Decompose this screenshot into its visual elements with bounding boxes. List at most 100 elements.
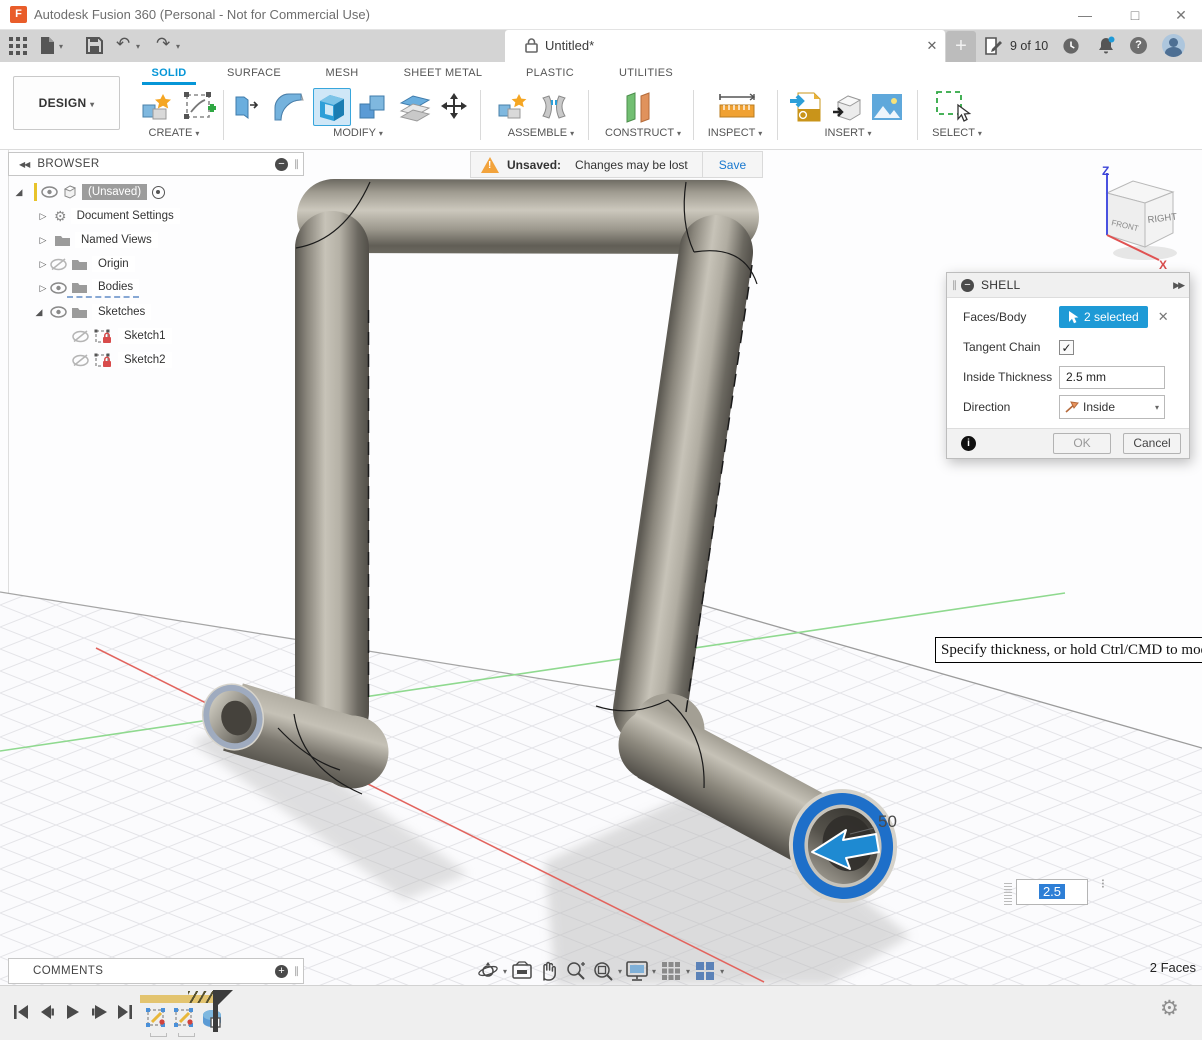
go-to-end-button[interactable] <box>114 1000 136 1024</box>
timeline-sketch1-item[interactable] <box>143 1005 169 1031</box>
tree-item-label[interactable]: Named Views <box>75 232 158 248</box>
tab-plastic[interactable]: PLASTIC <box>520 62 580 85</box>
expand-icon[interactable]: ◢ <box>12 187 26 198</box>
expand-icon[interactable]: ◢ <box>32 307 46 318</box>
inside-thickness-input[interactable] <box>1059 366 1165 389</box>
grid-settings-icon[interactable] <box>659 960 683 982</box>
go-to-start-button[interactable] <box>10 1000 32 1024</box>
info-icon[interactable]: i <box>961 436 976 451</box>
move-tool[interactable] <box>437 88 471 126</box>
construct-plane-tool[interactable] <box>620 88 656 126</box>
tree-item-label[interactable]: Bodies <box>92 279 139 295</box>
tree-item-origin[interactable]: ▷ Origin <box>36 252 135 276</box>
app-grid-icon[interactable] <box>9 37 27 60</box>
mini-input-grip[interactable] <box>1004 881 1012 905</box>
clear-selection-icon[interactable]: ✕ <box>1158 309 1169 325</box>
orbit-caret-icon[interactable]: ▾ <box>503 967 507 976</box>
construct-group-label[interactable]: CONSTRUCT ▾ <box>593 127 693 139</box>
browser-minimize-icon[interactable]: − <box>275 158 288 171</box>
tree-item-document-settings[interactable]: ▷ ⚙ Document Settings <box>36 204 180 228</box>
fit-icon[interactable] <box>591 960 615 982</box>
zoom-icon[interactable] <box>564 960 588 982</box>
tree-item-label[interactable]: Origin <box>92 256 135 272</box>
minimize-button[interactable]: — <box>1062 0 1108 30</box>
thickness-value-input[interactable]: 2.5 <box>1016 879 1088 905</box>
offset-face-tool[interactable] <box>395 88 435 126</box>
insert-group-label[interactable]: INSERT ▾ <box>798 127 898 139</box>
undo-caret-icon[interactable]: ▾ <box>136 42 140 51</box>
comments-grip-icon[interactable]: ∥ <box>294 966 299 977</box>
tree-item-root[interactable]: ◢ (Unsaved) <box>12 180 165 204</box>
direction-dropdown[interactable]: Inside ▾ <box>1059 395 1165 419</box>
shell-dialog-header[interactable]: ∥ − SHELL ▶▶ <box>947 273 1189 298</box>
close-button[interactable]: ✕ <box>1158 0 1202 30</box>
ok-button[interactable]: OK <box>1053 433 1111 454</box>
grid-caret-icon[interactable]: ▾ <box>686 967 690 976</box>
tree-item-bodies[interactable]: ▷ Bodies <box>36 276 139 300</box>
collapsed-icon[interactable]: ▷ <box>36 235 50 246</box>
document-tab[interactable]: Untitled* ✕ <box>505 30 945 62</box>
tree-item-label[interactable]: Sketches <box>92 304 151 320</box>
tab-utilities[interactable]: UTILITIES <box>612 62 680 85</box>
save-link[interactable]: Save <box>703 158 762 172</box>
insert-svg-tool[interactable] <box>786 88 826 126</box>
cancel-button[interactable]: Cancel <box>1123 433 1181 454</box>
eye-off-icon[interactable] <box>72 354 89 367</box>
browser-grip-icon[interactable]: ∥ <box>294 159 299 170</box>
look-at-icon[interactable] <box>510 960 534 982</box>
dialog-minimize-icon[interactable]: − <box>961 279 974 292</box>
tab-sheet-metal[interactable]: SHEET METAL <box>398 62 488 85</box>
tree-item-named-views[interactable]: ▷ Named Views <box>36 228 158 252</box>
file-menu-caret-icon[interactable]: ▾ <box>59 42 63 51</box>
redo-icon[interactable]: ↷ <box>156 34 170 54</box>
timeline-extrude-item[interactable] <box>199 1005 225 1031</box>
inspect-group-label[interactable]: INSPECT ▾ <box>685 127 785 139</box>
design-workspace-button[interactable]: DESIGN ▾ <box>13 76 120 130</box>
eye-icon[interactable] <box>50 282 67 294</box>
add-comment-icon[interactable]: + <box>275 965 288 978</box>
select-tool[interactable] <box>933 88 973 126</box>
save-icon[interactable] <box>86 37 103 59</box>
redo-caret-icon[interactable]: ▾ <box>176 42 180 51</box>
fit-caret-icon[interactable]: ▾ <box>618 967 622 976</box>
eye-off-icon[interactable] <box>50 258 67 271</box>
measure-tool[interactable] <box>715 88 759 126</box>
notification-bell-icon[interactable] <box>1096 36 1116 61</box>
tree-item-sketch1[interactable]: Sketch1 <box>72 324 172 348</box>
timeline-playhead-flag[interactable] <box>218 990 233 1005</box>
collapse-browser-icon[interactable]: ◀◀ <box>19 160 29 169</box>
undo-icon[interactable]: ↶ <box>116 34 130 54</box>
joint-tool[interactable] <box>538 88 570 126</box>
dialog-flyout-icon[interactable]: ▶▶ <box>1173 280 1183 291</box>
dialog-grip-icon[interactable]: ∥ <box>952 280 957 291</box>
combine-tool[interactable] <box>355 88 393 126</box>
new-body-tool[interactable] <box>136 88 176 126</box>
modify-group-label[interactable]: MODIFY ▾ <box>308 127 408 139</box>
create-group-label[interactable]: CREATE ▾ <box>124 127 224 139</box>
new-component-tool[interactable] <box>492 88 536 126</box>
play-button[interactable] <box>62 1000 84 1024</box>
new-tab-button[interactable]: + <box>946 31 976 62</box>
tree-item-label[interactable]: Sketch1 <box>118 328 172 344</box>
avatar[interactable] <box>1162 34 1185 57</box>
tab-surface[interactable]: SURFACE <box>218 62 290 85</box>
tree-item-label[interactable]: (Unsaved) <box>82 184 147 200</box>
browser-header[interactable]: ◀◀ BROWSER − ∥ <box>8 152 304 176</box>
viewport-3d[interactable]: ! Unsaved: Changes may be lost Save ◀◀ B… <box>0 150 1202 985</box>
clock-icon[interactable] <box>1062 37 1080 60</box>
fillet-tool[interactable] <box>269 88 309 126</box>
timeline-settings-gear-icon[interactable]: ⚙ <box>1160 996 1179 1021</box>
close-tab-icon[interactable]: ✕ <box>923 37 941 55</box>
collapsed-icon[interactable]: ▷ <box>36 211 50 222</box>
select-group-label[interactable]: SELECT ▾ <box>907 127 1007 139</box>
comments-panel[interactable]: COMMENTS + ∥ <box>8 958 304 984</box>
display-caret-icon[interactable]: ▾ <box>652 967 656 976</box>
tab-mesh[interactable]: MESH <box>318 62 366 85</box>
maximize-button[interactable]: □ <box>1112 0 1158 30</box>
file-menu-icon[interactable] <box>40 36 55 60</box>
assemble-group-label[interactable]: ASSEMBLE ▾ <box>491 127 591 139</box>
step-back-button[interactable] <box>36 1000 58 1024</box>
mini-input-menu-icon[interactable]: ⁝ <box>1096 879 1110 888</box>
help-icon[interactable]: ? <box>1130 37 1147 54</box>
tab-solid[interactable]: SOLID <box>142 62 196 85</box>
